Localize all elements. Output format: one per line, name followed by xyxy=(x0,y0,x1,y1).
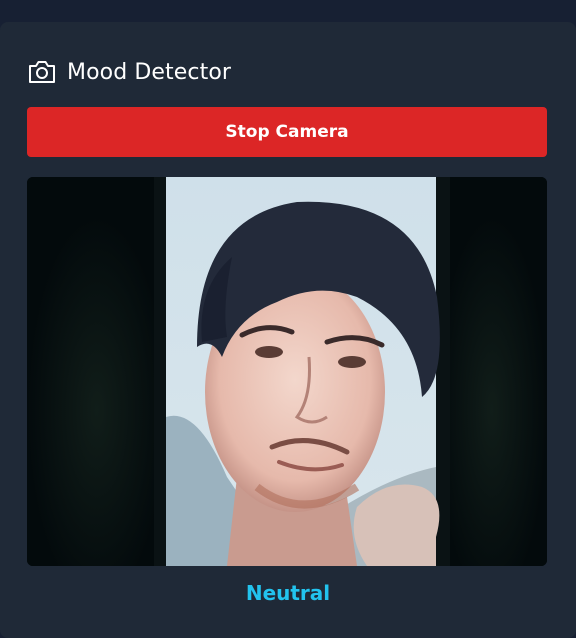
card-header: Mood Detector xyxy=(27,57,231,87)
camera-feed xyxy=(27,177,547,566)
mood-detector-card: Mood Detector Stop Camera Neutral xyxy=(0,22,576,638)
page-title: Mood Detector xyxy=(67,59,232,85)
app-root: Mood Detector Stop Camera Neutral xyxy=(0,0,576,638)
mood-result-label: Neutral xyxy=(245,581,331,605)
stop-camera-button[interactable]: Stop Camera xyxy=(27,107,547,157)
camera-icon xyxy=(27,57,57,87)
camera-frame-image xyxy=(27,177,547,566)
